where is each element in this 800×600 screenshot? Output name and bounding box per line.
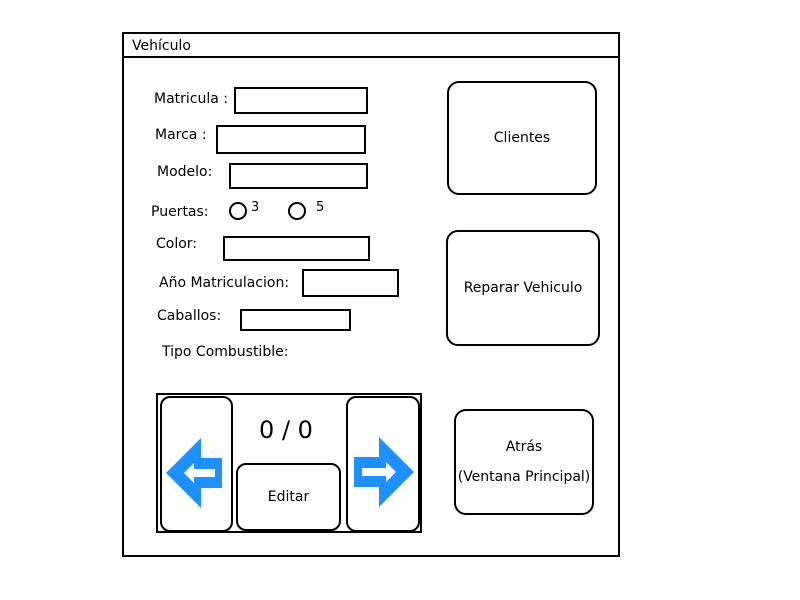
atras-button-sublabel: (Ventana Principal) (457, 469, 591, 485)
arrow-right-icon (354, 437, 414, 507)
editar-button[interactable]: Editar (236, 463, 341, 531)
matricula-label: Matricula : (154, 91, 228, 107)
puertas-label: Puertas: (151, 204, 209, 220)
atras-button[interactable]: Atrás (Ventana Principal) (454, 409, 594, 515)
color-field[interactable] (223, 236, 370, 261)
clientes-button-label: Clientes (493, 130, 551, 146)
reparar-vehiculo-button[interactable]: Reparar Vehiculo (446, 230, 600, 346)
puertas-radio-5[interactable] (288, 202, 306, 220)
tipo-combustible-label: Tipo Combustible: (162, 344, 289, 360)
clientes-button[interactable]: Clientes (447, 81, 597, 195)
modelo-field[interactable] (229, 163, 368, 189)
caballos-field[interactable] (240, 309, 351, 331)
marca-field[interactable] (216, 125, 366, 154)
reparar-vehiculo-button-label: Reparar Vehiculo (463, 280, 583, 296)
puertas-option-3-label: 3 (251, 200, 260, 215)
color-label: Color: (156, 236, 198, 252)
caballos-label: Caballos: (157, 308, 222, 324)
anio-matriculacion-label: Año Matriculacion: (159, 275, 290, 291)
next-record-button[interactable] (346, 396, 420, 532)
modelo-label: Modelo: (157, 164, 213, 180)
puertas-option-5-label: 5 (316, 200, 325, 215)
window-title: Vehículo (132, 38, 191, 54)
matricula-field[interactable] (234, 87, 368, 114)
anio-matriculacion-field[interactable] (302, 269, 399, 297)
title-bar: Vehículo (124, 34, 618, 58)
record-counter: 0 / 0 (259, 416, 313, 444)
editar-button-label: Editar (267, 489, 310, 505)
puertas-radio-3[interactable] (229, 202, 247, 220)
atras-button-label: Atrás (505, 439, 543, 455)
arrow-left-icon (166, 438, 222, 508)
marca-label: Marca : (155, 127, 207, 143)
previous-record-button[interactable] (160, 396, 233, 532)
